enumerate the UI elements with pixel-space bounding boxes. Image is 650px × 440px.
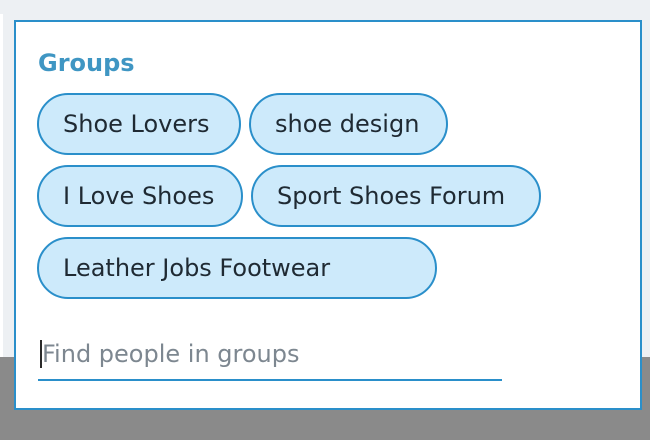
group-chip-shoe-design[interactable]: shoe design (249, 93, 448, 155)
find-people-field (38, 329, 502, 381)
find-people-input[interactable] (38, 329, 502, 379)
groups-panel: Groups Shoe Lovers shoe design I Love Sh… (14, 20, 642, 410)
group-chip-sport-shoes-forum[interactable]: Sport Shoes Forum (251, 165, 541, 227)
groups-heading: Groups (38, 49, 135, 77)
group-chip-shoe-lovers[interactable]: Shoe Lovers (37, 93, 241, 155)
group-chip-list: Shoe Lovers shoe design I Love Shoes Spo… (37, 93, 627, 299)
background-sliver (0, 14, 3, 357)
group-chip-i-love-shoes[interactable]: I Love Shoes (37, 165, 243, 227)
text-caret (40, 340, 42, 368)
group-chip-leather-jobs-footwear[interactable]: Leather Jobs Footwear (37, 237, 437, 299)
